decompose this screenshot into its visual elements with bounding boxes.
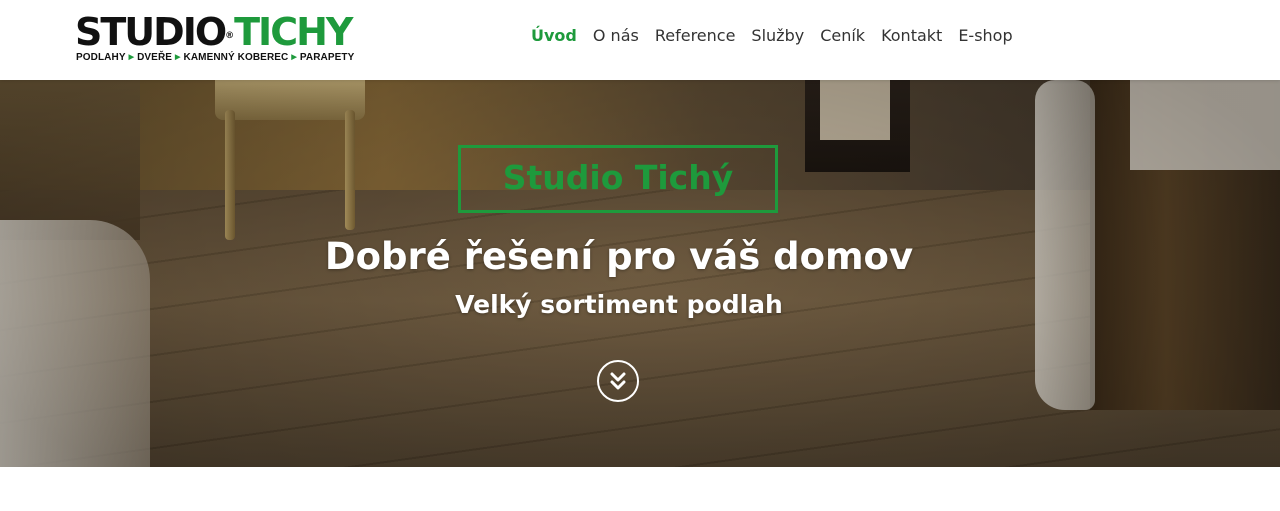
- scroll-down-button[interactable]: [597, 360, 639, 402]
- logo-wordmark: STUDIO®TICHY: [75, 10, 353, 54]
- nav-item-cenik[interactable]: Ceník: [820, 24, 865, 48]
- nav-item-kontakt[interactable]: Kontakt: [881, 24, 942, 48]
- nav-item-o-nas[interactable]: O nás: [593, 24, 639, 48]
- logo-tagline-item: PARAPETY: [299, 52, 355, 63]
- logo-tagline-item: KAMENNÝ KOBEREC: [183, 52, 289, 63]
- hero-section: Studio Tichý Dobré řešení pro váš domov …: [0, 80, 1280, 467]
- triangle-right-icon: ▶: [175, 54, 181, 61]
- triangle-right-icon: ▶: [128, 54, 135, 61]
- nav-item-sluzby[interactable]: Služby: [751, 24, 804, 48]
- hero-title: Dobré řešení pro váš domov: [324, 235, 914, 278]
- logo-tagline: PODLAHY ▶ DVEŘE ▶ KAMENNÝ KOBEREC ▶ PARAPETY: [76, 52, 354, 63]
- nav-item-e-shop[interactable]: E-shop: [958, 24, 1012, 48]
- site-header: STUDIO®TICHY PODLAHY ▶ DVEŘE ▶ KAMENNÝ KOBER…: [0, 0, 1280, 80]
- hero-brand: Studio Tichý: [502, 158, 734, 197]
- logo-tichy-text: TICHY: [234, 10, 353, 54]
- logo-tagline-item: PODLAHY: [76, 52, 126, 63]
- nav-item-uvod[interactable]: Úvod: [531, 24, 577, 48]
- hero-subtitle: Velký sortiment podlah: [455, 290, 783, 319]
- nav-item-reference[interactable]: Reference: [655, 24, 736, 48]
- logo-studio-text: STUDIO: [75, 10, 227, 54]
- main-nav: Úvod O nás Reference Služby Ceník Kontak…: [531, 24, 1029, 48]
- logo-registered-mark: ®: [225, 31, 235, 41]
- triangle-right-icon: ▶: [291, 54, 297, 61]
- logo-tagline-item: DVEŘE: [137, 52, 173, 63]
- double-chevron-down-icon: [610, 372, 626, 390]
- logo[interactable]: STUDIO®TICHY PODLAHY ▶ DVEŘE ▶ KAMENNÝ KOBER…: [75, 12, 360, 67]
